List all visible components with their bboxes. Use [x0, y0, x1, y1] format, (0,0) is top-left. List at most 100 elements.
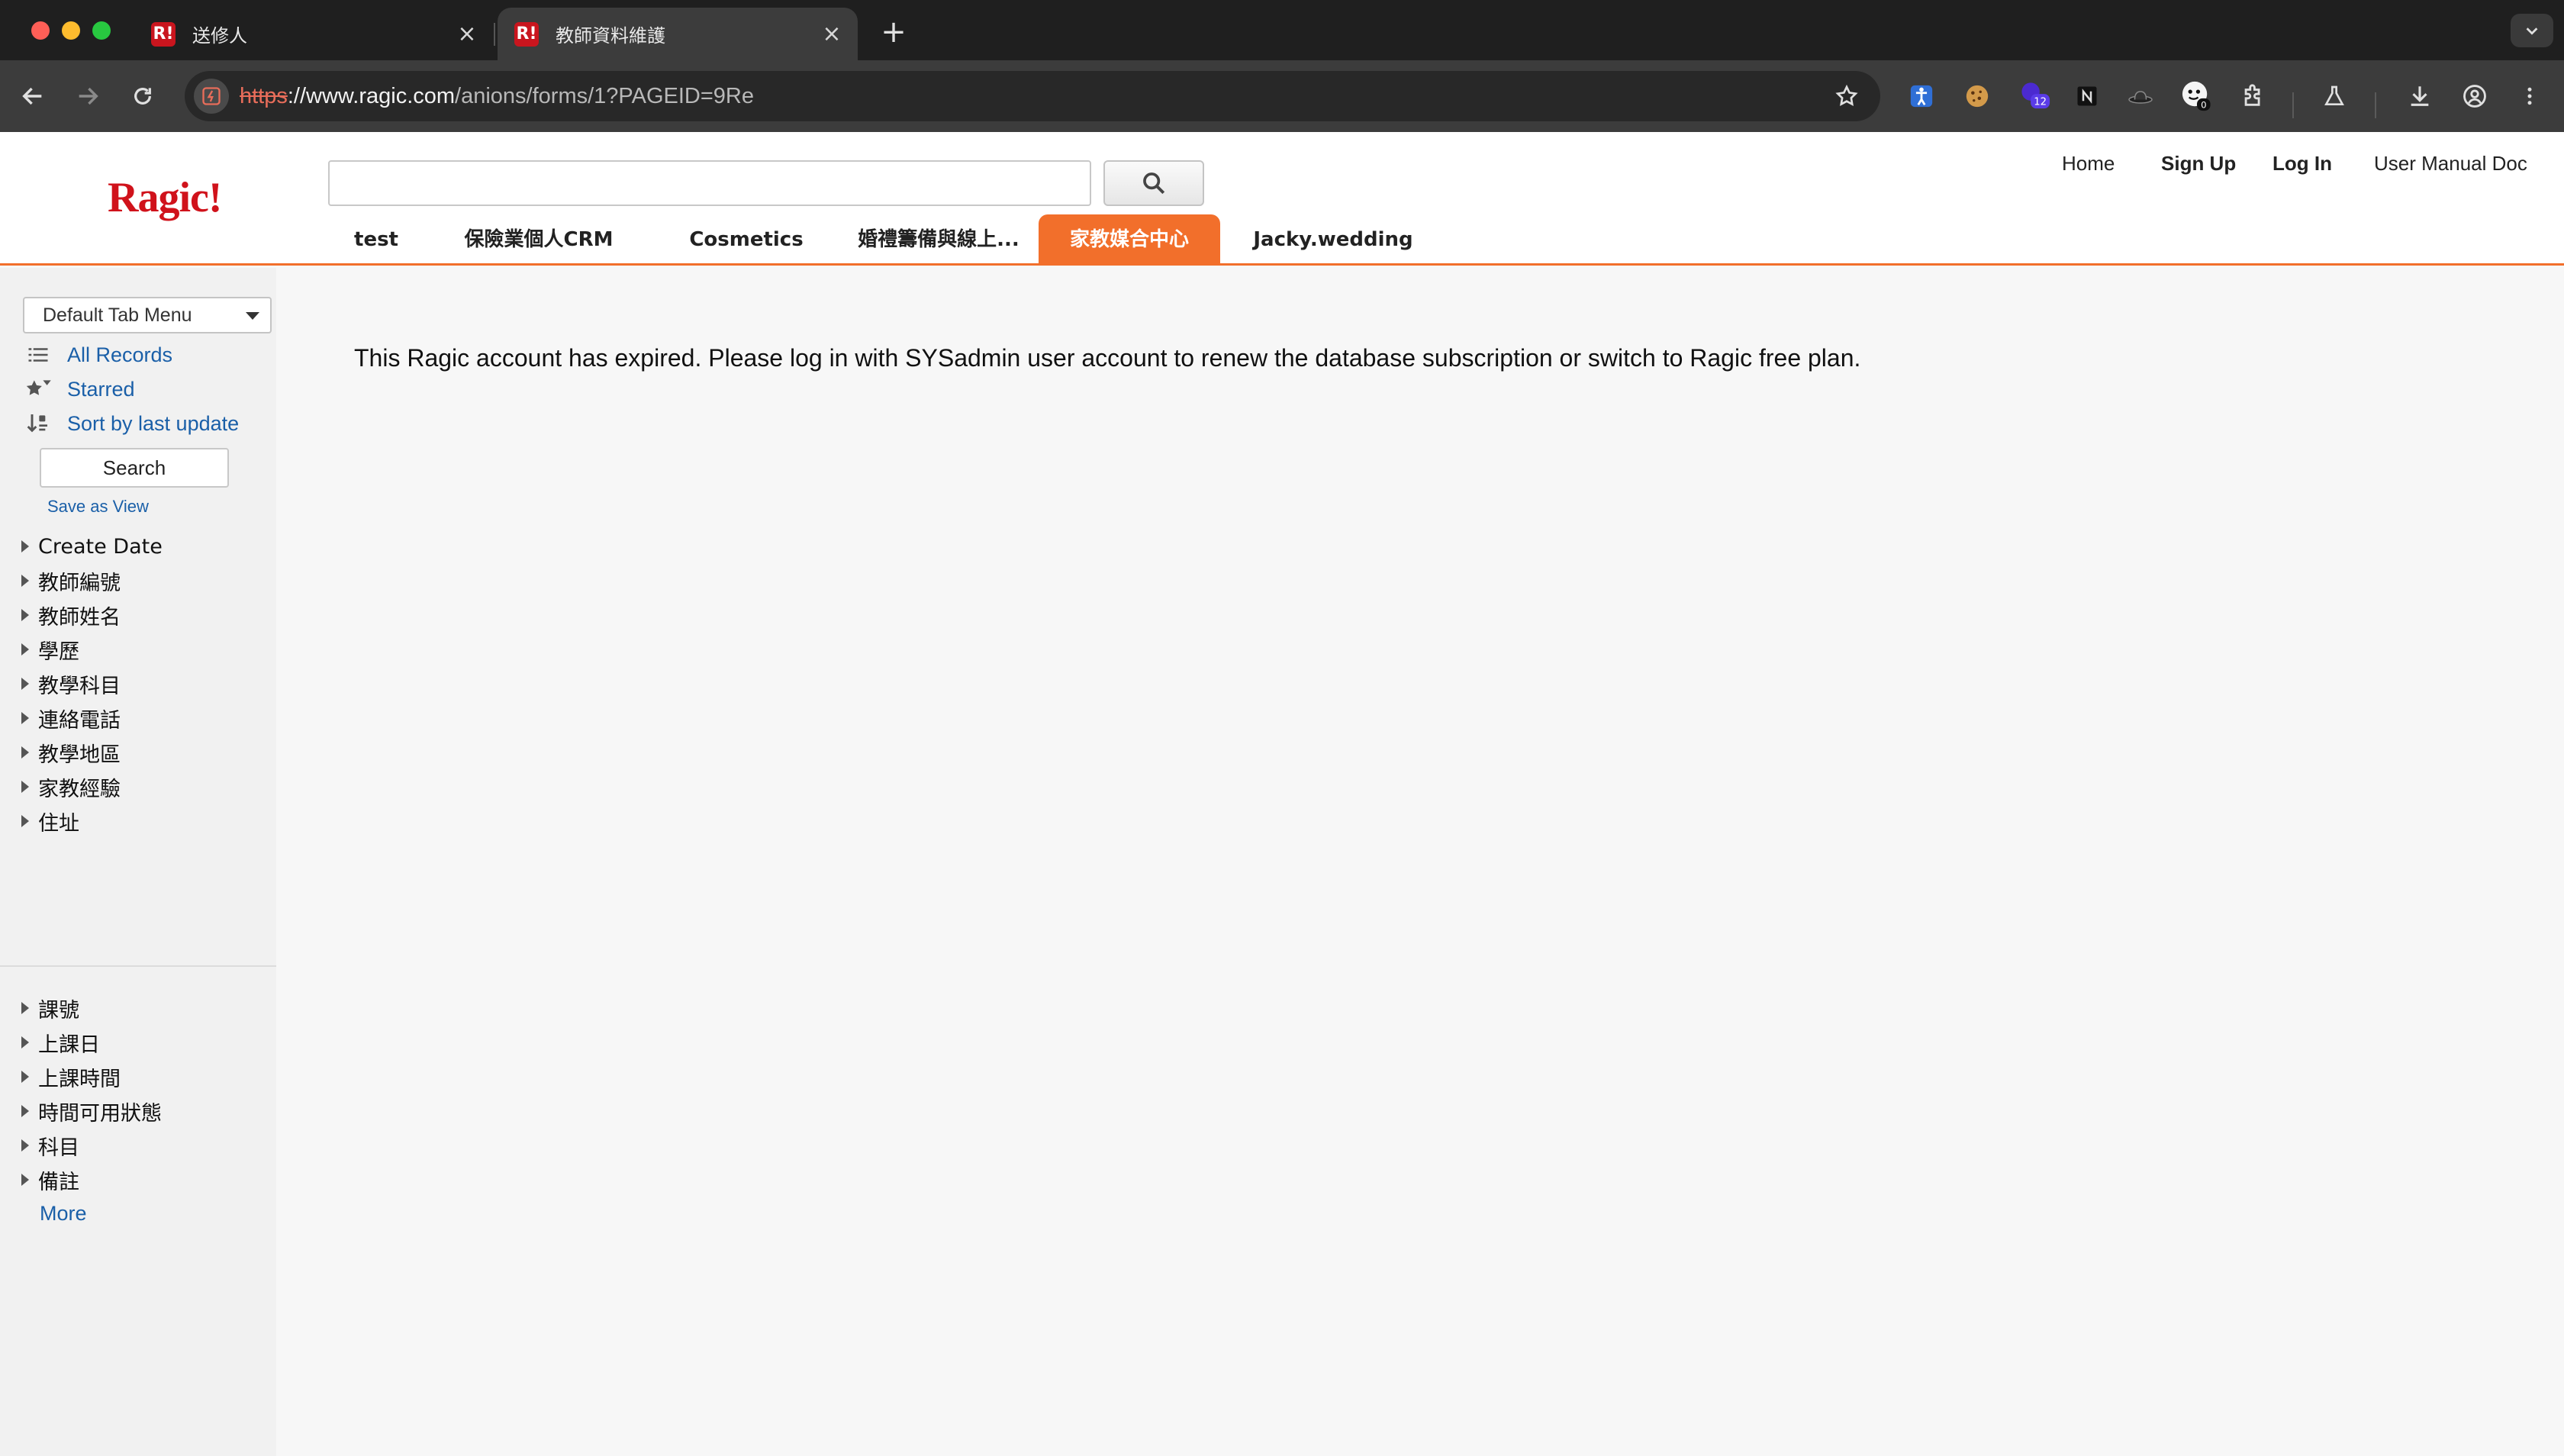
- browser-tab-0[interactable]: R! 送修人 ×: [134, 8, 493, 60]
- filter-field[interactable]: 科目: [0, 1130, 276, 1161]
- expand-triangle-icon: [21, 781, 29, 793]
- url-text[interactable]: https://www.ragic.com/anions/forms/1?PAG…: [240, 71, 754, 121]
- all-records-link[interactable]: All Records: [0, 340, 276, 370]
- user-manual-link[interactable]: User Manual Doc: [2374, 152, 2527, 176]
- sidebar-search-button[interactable]: Search: [40, 448, 229, 488]
- back-button[interactable]: [14, 77, 52, 115]
- reload-button[interactable]: [124, 77, 162, 115]
- expand-triangle-icon: [21, 712, 29, 724]
- bookmark-button[interactable]: [1831, 81, 1862, 111]
- filter-field[interactable]: 住址: [0, 806, 276, 836]
- window-close-button[interactable]: [31, 21, 50, 40]
- filter-field[interactable]: 備註: [0, 1164, 276, 1195]
- smiley-extension[interactable]: 0: [2178, 77, 2216, 115]
- expand-triangle-icon: [21, 540, 29, 552]
- tab-jacky-wedding[interactable]: Jacky.wedding: [1240, 214, 1426, 266]
- expand-triangle-icon: [21, 815, 29, 827]
- filter-field-label: 家教經驗: [38, 777, 121, 801]
- download-icon: [2411, 86, 2429, 106]
- tab-insurance-crm[interactable]: 保險業個人CRM: [443, 214, 635, 266]
- more-fields-link[interactable]: More: [40, 1202, 87, 1226]
- window-minimize-button[interactable]: [62, 21, 80, 40]
- expand-triangle-icon: [21, 1071, 29, 1083]
- browser-tab-1[interactable]: R! 教師資料維護 ×: [498, 8, 858, 60]
- global-search-input[interactable]: [328, 160, 1091, 206]
- forward-button[interactable]: [69, 77, 107, 115]
- tab-wedding-planning[interactable]: 婚禮籌備與線上...: [832, 214, 1045, 266]
- accessibility-icon: [1910, 85, 1933, 108]
- filter-field-label: 連絡電話: [38, 708, 121, 733]
- filter-field-label: 教師編號: [38, 571, 121, 595]
- labs-button[interactable]: [2315, 77, 2353, 115]
- hat-extension[interactable]: [2121, 77, 2160, 115]
- notion-icon: [2077, 86, 2097, 106]
- sort-link[interactable]: Sort by last update: [0, 408, 276, 439]
- star-outline-icon: [1835, 84, 1858, 106]
- extensions-menu-button[interactable]: [2234, 77, 2272, 115]
- main-content: This Ragic account has expired. Please l…: [276, 268, 2564, 1456]
- badge-extension[interactable]: 12: [2016, 77, 2054, 115]
- tab-title: 教師資料維護: [556, 25, 665, 47]
- sidebar-divider: [0, 965, 276, 967]
- site-info-button[interactable]: [194, 79, 229, 114]
- tab-title: 送修人: [192, 25, 247, 47]
- expand-triangle-icon: [21, 643, 29, 656]
- address-bar[interactable]: https://www.ragic.com/anions/forms/1?PAG…: [185, 71, 1880, 121]
- accessibility-extension[interactable]: [1902, 77, 1941, 115]
- downloads-button[interactable]: [2401, 77, 2439, 115]
- arrow-right-icon: [79, 87, 98, 105]
- global-search-button[interactable]: [1103, 160, 1204, 206]
- filter-field[interactable]: 教師姓名: [0, 600, 276, 630]
- tab-test[interactable]: test: [328, 214, 424, 266]
- notion-extension[interactable]: [2068, 77, 2106, 115]
- filter-field[interactable]: 教師編號: [0, 565, 276, 596]
- save-as-view-link[interactable]: Save as View: [47, 497, 149, 517]
- tab-search-button[interactable]: [2511, 14, 2553, 47]
- filter-field-label: 教學地區: [38, 742, 121, 767]
- filter-field[interactable]: 課號: [0, 993, 276, 1023]
- browser-toolbar: https://www.ragic.com/anions/forms/1?PAG…: [0, 60, 2564, 132]
- filter-field[interactable]: 上課日: [0, 1027, 276, 1058]
- filter-field[interactable]: 教學科目: [0, 668, 276, 699]
- filter-field[interactable]: 連絡電話: [0, 703, 276, 733]
- filter-field[interactable]: 上課時間: [0, 1061, 276, 1092]
- not-secure-icon: [202, 87, 221, 105]
- tab-menu-select[interactable]: Default Tab Menu: [23, 297, 272, 333]
- starred-label: Starred: [67, 377, 135, 401]
- expand-triangle-icon: [21, 1174, 29, 1186]
- filter-field[interactable]: Create Date: [0, 531, 276, 562]
- kebab-menu-icon: [2527, 87, 2532, 105]
- new-tab-button[interactable]: +: [875, 14, 913, 52]
- sort-icon: [23, 408, 53, 439]
- browser-menu-button[interactable]: [2511, 77, 2549, 115]
- url-path: /anions/forms/1?PAGEID=9Re: [455, 84, 754, 108]
- filter-field-label: 住址: [38, 811, 79, 836]
- reload-icon: [134, 88, 151, 105]
- filter-field[interactable]: 教學地區: [0, 737, 276, 768]
- sort-label: Sort by last update: [67, 411, 240, 435]
- close-icon[interactable]: ×: [815, 21, 849, 47]
- tab-tutor-matching[interactable]: 家教媒合中心: [1039, 214, 1220, 266]
- sidebar: Default Tab Menu All Records Starred Sor…: [0, 268, 276, 1456]
- filter-field[interactable]: 學歷: [0, 634, 276, 665]
- filter-field-label: 備註: [38, 1170, 79, 1194]
- tab-cosmetics[interactable]: Cosmetics: [656, 214, 836, 266]
- smiley-extension-icon: 0: [2182, 81, 2211, 111]
- star-filter-icon: [23, 374, 53, 404]
- cookie-extension[interactable]: [1958, 77, 1996, 115]
- extension-badge-count: 12: [2034, 97, 2047, 108]
- home-link[interactable]: Home: [2062, 152, 2115, 176]
- signup-link[interactable]: Sign Up: [2161, 152, 2236, 176]
- expand-triangle-icon: [21, 575, 29, 587]
- filter-field[interactable]: 家教經驗: [0, 771, 276, 802]
- ragic-logo[interactable]: Ragic!: [108, 173, 223, 222]
- expand-triangle-icon: [21, 746, 29, 759]
- profile-button[interactable]: [2456, 77, 2494, 115]
- filter-field[interactable]: 時間可用狀態: [0, 1096, 276, 1126]
- starred-link[interactable]: Starred: [0, 374, 276, 404]
- close-icon[interactable]: ×: [450, 21, 484, 47]
- profile-icon: [2463, 85, 2486, 108]
- filter-field-label: Create Date: [38, 534, 163, 559]
- login-link[interactable]: Log In: [2272, 152, 2332, 176]
- window-zoom-button[interactable]: [92, 21, 111, 40]
